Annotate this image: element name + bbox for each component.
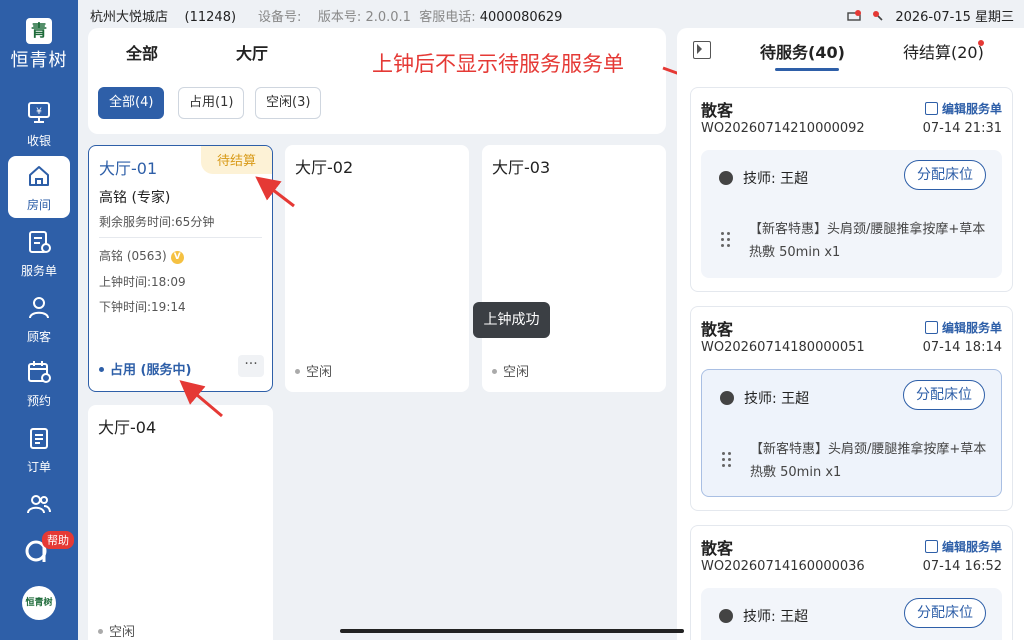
edit-order-label: 编辑服务单 — [941, 321, 1002, 335]
order-time: 07-14 18:14 — [922, 340, 1002, 355]
tab-pending-settlement[interactable]: 待结算(20) — [903, 39, 984, 63]
service-description: 【新客特惠】头肩颈/腰腿推拿按摩+草本热敷 50min x1 — [749, 222, 986, 260]
order-card[interactable]: 散客 编辑服务单 WO20260714180000051 07-14 18:14… — [690, 306, 1013, 511]
assign-bed-button[interactable]: 分配床位 — [904, 598, 986, 628]
arrow-to-badge — [255, 176, 295, 208]
order-number: WO20260714180000051 — [701, 340, 865, 355]
assign-bed-button[interactable]: 分配床位 — [903, 380, 985, 410]
order-customer: 散客 — [701, 539, 734, 558]
edit-order-button[interactable]: 编辑服务单 — [924, 319, 1002, 336]
collapse-panel-icon[interactable] — [693, 41, 711, 59]
technician-icon — [720, 391, 734, 405]
edit-order-button[interactable]: 编辑服务单 — [924, 538, 1002, 555]
edit-order-label: 编辑服务单 — [941, 540, 1002, 554]
tab-pending-service[interactable]: 待服务(40) — [760, 39, 845, 63]
order-number: WO20260714160000036 — [701, 559, 865, 574]
technician-icon — [719, 609, 733, 623]
edit-icon — [924, 540, 938, 553]
drag-handle-icon[interactable] — [721, 232, 731, 248]
order-card[interactable]: 散客 编辑服务单 WO20260714160000036 07-14 16:52… — [690, 525, 1013, 640]
technician-icon — [719, 171, 733, 185]
edit-icon — [924, 102, 938, 115]
service-item: 技师: 王超 分配床位 【新客特惠】头肩颈/腰腿推拿按摩+草本热敷 50min … — [701, 369, 1002, 497]
assign-bed-button[interactable]: 分配床位 — [904, 160, 986, 190]
arrow-to-status — [179, 380, 223, 418]
notification-dot — [978, 40, 984, 46]
technician: 技师: 王超 — [719, 606, 808, 626]
technician-label: 技师: 王超 — [744, 391, 810, 407]
order-time: 07-14 21:31 — [922, 121, 1002, 136]
order-time: 07-14 16:52 — [922, 559, 1002, 574]
service-item: 技师: 王超 分配床位 — [701, 588, 1002, 640]
order-number: WO20260714210000092 — [701, 121, 865, 136]
active-tab-indicator — [775, 68, 839, 71]
service-item: 技师: 王超 分配床位 【新客特惠】头肩颈/腰腿推拿按摩+草本热敷 50min … — [701, 150, 1002, 278]
service-description: 【新客特惠】头肩颈/腰腿推拿按摩+草本热敷 50min x1 — [750, 442, 987, 480]
order-customer: 散客 — [701, 101, 734, 120]
drag-handle-icon[interactable] — [722, 452, 732, 468]
technician: 技师: 王超 — [720, 388, 809, 408]
order-card[interactable]: 散客 编辑服务单 WO20260714210000092 07-14 21:31… — [690, 87, 1013, 292]
technician-label: 技师: 王超 — [743, 171, 809, 187]
edit-order-button[interactable]: 编辑服务单 — [924, 100, 1002, 117]
toast-message: 上钟成功 — [473, 302, 550, 338]
technician: 技师: 王超 — [719, 168, 808, 188]
edit-icon — [924, 321, 938, 334]
technician-label: 技师: 王超 — [743, 609, 809, 625]
order-customer: 散客 — [701, 320, 734, 339]
home-indicator[interactable] — [340, 629, 684, 633]
edit-order-label: 编辑服务单 — [941, 102, 1002, 116]
